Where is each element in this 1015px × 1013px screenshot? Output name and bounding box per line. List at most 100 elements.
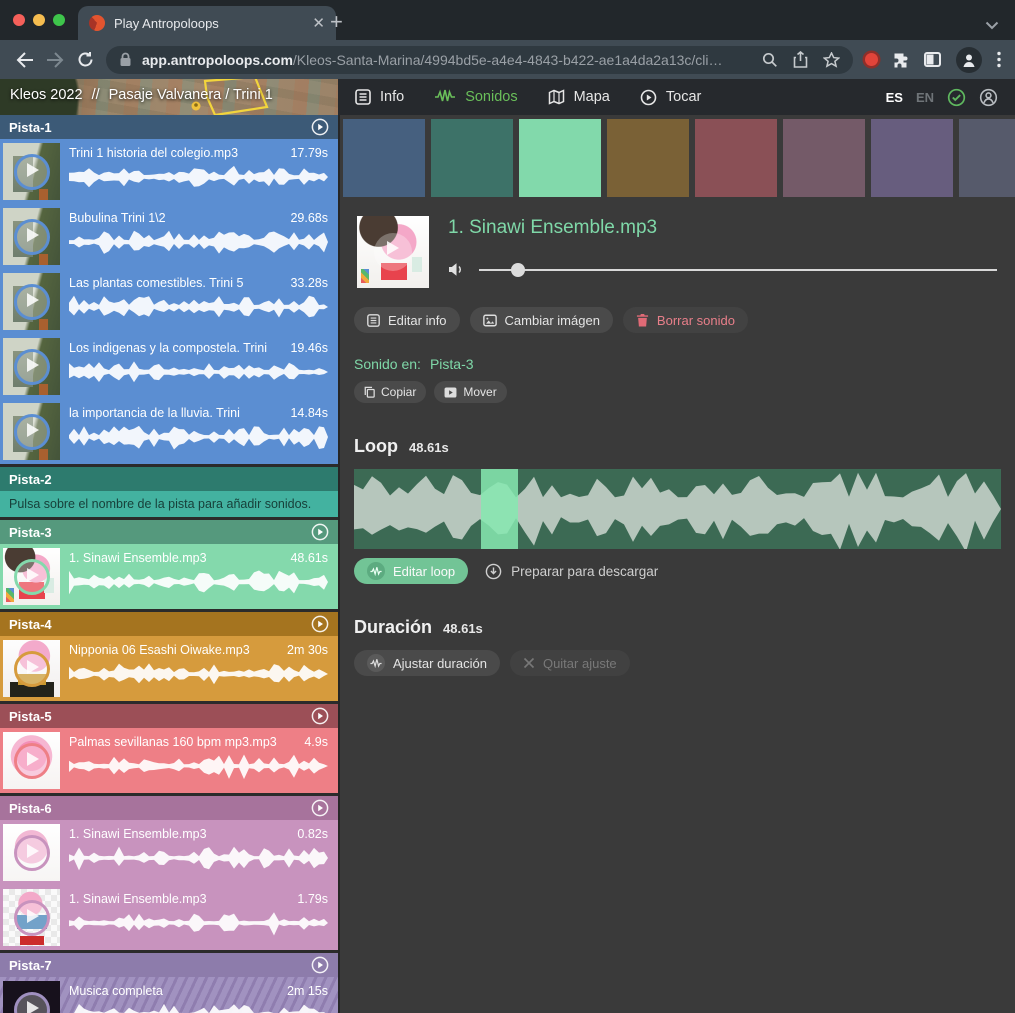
track-play-icon[interactable] bbox=[311, 707, 329, 725]
sound-thumbnail[interactable] bbox=[3, 548, 60, 605]
play-badge-icon[interactable] bbox=[14, 992, 50, 1013]
quitar-ajuste-button[interactable]: Quitar ajuste bbox=[510, 650, 630, 676]
sound-thumbnail[interactable] bbox=[3, 732, 60, 789]
track-swatch-1[interactable] bbox=[343, 119, 425, 197]
language-es[interactable]: ES bbox=[886, 90, 903, 105]
close-window-button[interactable] bbox=[13, 14, 25, 26]
preparar-descargar-button[interactable]: Preparar para descargar bbox=[485, 563, 658, 580]
sound-item[interactable]: la importancia de la lluvia. Trini14.84s bbox=[0, 399, 338, 464]
cambiar-imagen-button[interactable]: Cambiar imágen bbox=[470, 307, 613, 333]
address-bar[interactable]: app.antropoloops.com/Kleos-Santa-Marina/… bbox=[106, 46, 853, 74]
play-badge-icon[interactable] bbox=[14, 219, 50, 255]
zoom-icon[interactable] bbox=[762, 52, 778, 68]
record-extension-icon[interactable] bbox=[865, 53, 878, 66]
browser-tab[interactable]: Play Antropoloops ✕ bbox=[78, 6, 336, 40]
new-tab-button[interactable]: + bbox=[330, 9, 343, 35]
play-badge-icon[interactable] bbox=[374, 233, 412, 271]
map-photo-header[interactable]: Kleos 2022 // Pasaje Valvanera / Trini 1 bbox=[0, 79, 338, 115]
sound-thumbnail[interactable] bbox=[3, 273, 60, 330]
browser-menu-icon[interactable] bbox=[997, 51, 1001, 68]
play-badge-icon[interactable] bbox=[14, 651, 50, 687]
loop-playhead-cursor[interactable] bbox=[481, 469, 519, 549]
bookmark-star-icon[interactable] bbox=[823, 52, 840, 68]
side-panel-icon[interactable] bbox=[924, 52, 941, 67]
sound-thumbnail[interactable] bbox=[3, 981, 60, 1013]
play-badge-icon[interactable] bbox=[14, 414, 50, 450]
track-swatch-2[interactable] bbox=[431, 119, 513, 197]
play-badge-icon[interactable] bbox=[14, 900, 50, 936]
track-swatch-3-selected[interactable] bbox=[519, 119, 601, 197]
sound-item[interactable]: Palmas sevillanas 160 bpm mp3.mp34.9s bbox=[0, 728, 338, 793]
volume-slider[interactable] bbox=[479, 269, 997, 271]
mover-button[interactable]: Mover bbox=[434, 381, 506, 403]
play-badge-icon[interactable] bbox=[14, 559, 50, 595]
reload-button[interactable] bbox=[70, 51, 100, 68]
sound-thumbnail[interactable] bbox=[3, 403, 60, 460]
fullscreen-window-button[interactable] bbox=[53, 14, 65, 26]
tab-tocar[interactable]: Tocar bbox=[640, 89, 701, 106]
borrar-sonido-button[interactable]: Borrar sonido bbox=[623, 307, 748, 333]
sound-thumbnail[interactable] bbox=[3, 143, 60, 200]
sound-waveform bbox=[69, 1002, 328, 1013]
sound-thumbnail[interactable] bbox=[3, 824, 60, 881]
track-header-pista-5[interactable]: Pista-5 bbox=[0, 704, 338, 728]
tab-mapa[interactable]: Mapa bbox=[548, 89, 610, 105]
back-button[interactable] bbox=[10, 52, 40, 68]
ajustar-duracion-button[interactable]: Ajustar duración bbox=[354, 650, 500, 676]
sound-item[interactable]: Bubulina Trini 1\229.68s bbox=[0, 204, 338, 269]
editar-info-button[interactable]: Editar info bbox=[354, 307, 460, 333]
sound-item[interactable]: Nipponia 06 Esashi Oiwake.mp32m 30s bbox=[0, 636, 338, 701]
track-header-pista-7[interactable]: Pista-7 bbox=[0, 953, 338, 977]
play-badge-icon[interactable] bbox=[14, 154, 50, 190]
volume-slider-thumb[interactable] bbox=[511, 263, 525, 277]
track-header-pista-2[interactable]: Pista-2 bbox=[0, 467, 338, 491]
sound-item[interactable]: 1. Sinawi Ensemble.mp30.82s bbox=[0, 820, 338, 885]
sound-thumbnail[interactable] bbox=[3, 208, 60, 265]
sound-item[interactable]: Los indigenas y la compostela. Trini19.4… bbox=[0, 334, 338, 399]
tab-close-icon[interactable]: ✕ bbox=[312, 16, 325, 31]
breadcrumb[interactable]: Kleos 2022 // Pasaje Valvanera / Trini 1 bbox=[10, 87, 273, 103]
editar-loop-button[interactable]: Editar loop bbox=[354, 558, 468, 584]
track-play-icon[interactable] bbox=[311, 523, 329, 541]
profile-avatar[interactable] bbox=[956, 47, 982, 73]
loop-waveform-panel[interactable] bbox=[354, 469, 1001, 549]
extensions-puzzle-icon[interactable] bbox=[893, 52, 909, 68]
sound-item[interactable]: Las plantas comestibles. Trini 533.28s bbox=[0, 269, 338, 334]
track-play-icon[interactable] bbox=[311, 615, 329, 633]
track-play-icon[interactable] bbox=[311, 956, 329, 974]
track-swatch-6[interactable] bbox=[783, 119, 865, 197]
sonido-en-track-link[interactable]: Pista-3 bbox=[430, 356, 474, 372]
forward-button[interactable] bbox=[40, 52, 70, 68]
track-header-pista-3[interactable]: Pista-3 bbox=[0, 520, 338, 544]
sound-item[interactable]: Musica completa2m 15s bbox=[0, 977, 338, 1013]
sound-item-selected[interactable]: 1. Sinawi Ensemble.mp348.61s bbox=[0, 544, 338, 609]
sound-item[interactable]: 1. Sinawi Ensemble.mp31.79s bbox=[0, 885, 338, 950]
play-badge-icon[interactable] bbox=[14, 743, 50, 779]
breadcrumb-root[interactable]: Kleos 2022 bbox=[10, 87, 83, 103]
tab-sonidos[interactable]: Sonidos bbox=[434, 89, 517, 105]
language-en[interactable]: EN bbox=[916, 90, 934, 105]
play-badge-icon[interactable] bbox=[14, 835, 50, 871]
sound-thumbnail[interactable] bbox=[3, 889, 60, 946]
selected-sound-thumbnail[interactable] bbox=[357, 216, 429, 288]
play-badge-icon[interactable] bbox=[14, 349, 50, 385]
play-badge-icon[interactable] bbox=[14, 284, 50, 320]
track-swatch-4[interactable] bbox=[607, 119, 689, 197]
sound-item[interactable]: Trini 1 historia del colegio.mp317.79s bbox=[0, 139, 338, 204]
share-icon[interactable] bbox=[793, 51, 808, 68]
track-swatch-5[interactable] bbox=[695, 119, 777, 197]
sound-thumbnail[interactable] bbox=[3, 338, 60, 395]
track-header-pista-1[interactable]: Pista-1 bbox=[0, 115, 338, 139]
copiar-button[interactable]: Copiar bbox=[354, 381, 426, 403]
track-header-pista-6[interactable]: Pista-6 bbox=[0, 796, 338, 820]
tab-search-chevron-icon[interactable] bbox=[985, 21, 999, 30]
track-swatch-7[interactable] bbox=[871, 119, 953, 197]
minimize-window-button[interactable] bbox=[33, 14, 45, 26]
track-swatch-8[interactable] bbox=[959, 119, 1015, 197]
account-icon[interactable] bbox=[979, 88, 998, 107]
sound-thumbnail[interactable] bbox=[3, 640, 60, 697]
track-header-pista-4[interactable]: Pista-4 bbox=[0, 612, 338, 636]
track-play-icon[interactable] bbox=[311, 799, 329, 817]
tab-info[interactable]: Info bbox=[355, 89, 404, 105]
track-play-icon[interactable] bbox=[311, 118, 329, 136]
